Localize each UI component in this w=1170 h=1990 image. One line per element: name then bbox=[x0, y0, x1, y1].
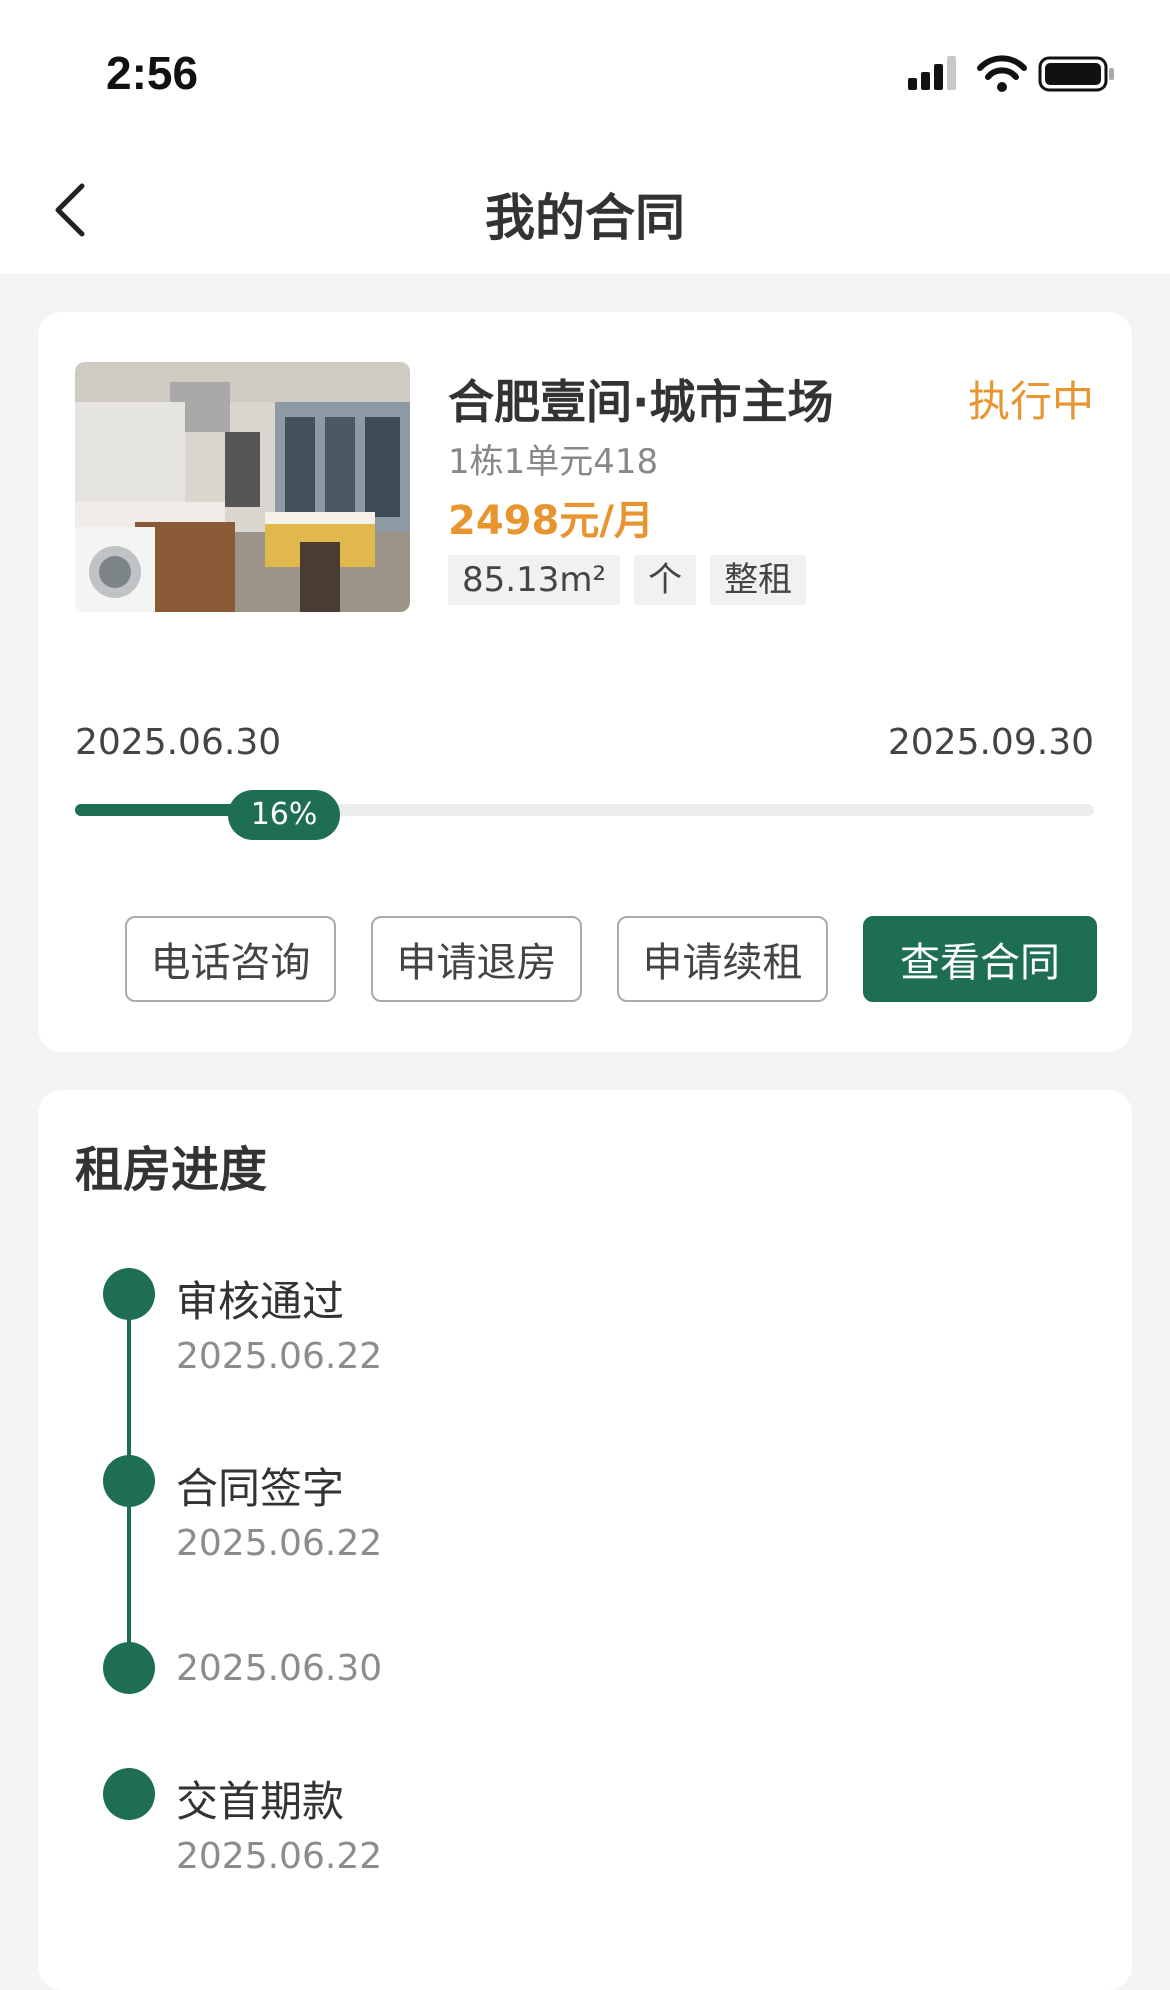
contract-card: 合肥壹间·城市主场 执行中 1栋1单元418 2498元/月 85.13m² 个… bbox=[38, 312, 1132, 1052]
lease-progress-bar: 16% bbox=[75, 790, 1094, 840]
step-title: 审核通过 bbox=[176, 1277, 345, 1326]
status-bar: 2:56 bbox=[0, 0, 1170, 150]
contract-actions: 电话咨询 申请退房 申请续租 查看合同 bbox=[125, 916, 1097, 1002]
tag-area: 85.13m² bbox=[448, 555, 621, 605]
progress-timeline: 审核通过 2025.06.22 合同签字 2025.06.22 2025.06.… bbox=[38, 1090, 1132, 1990]
apply-checkout-button[interactable]: 申请退房 bbox=[371, 916, 582, 1002]
step-title: 交首期款 bbox=[176, 1777, 345, 1826]
step-date: 2025.06.22 bbox=[176, 1336, 383, 1377]
navigation-bar: 我的合同 bbox=[0, 150, 1170, 274]
step-date: 2025.06.22 bbox=[176, 1836, 383, 1877]
view-contract-button[interactable]: 查看合同 bbox=[863, 916, 1097, 1002]
property-photo bbox=[75, 362, 410, 612]
step-date: 2025.06.30 bbox=[176, 1648, 383, 1689]
property-name: 合肥壹间·城市主场 bbox=[448, 375, 834, 429]
rental-progress-card: 租房进度 审核通过 2025.06.22 合同签字 2025.06.22 202… bbox=[38, 1090, 1132, 1990]
battery-icon bbox=[1038, 56, 1114, 92]
signal-icon bbox=[908, 56, 956, 90]
lease-end-date: 2025.09.30 bbox=[887, 722, 1094, 763]
property-tags: 85.13m² 个 整租 bbox=[448, 555, 807, 605]
timeline-dot bbox=[103, 1642, 155, 1694]
timeline-dot bbox=[103, 1455, 155, 1507]
step-title: 合同签字 bbox=[176, 1464, 345, 1513]
rent-price: 2498元/月 bbox=[448, 498, 654, 544]
wifi-icon bbox=[977, 55, 1027, 92]
page-title: 我的合同 bbox=[485, 189, 685, 247]
timeline-dot bbox=[103, 1268, 155, 1320]
step-date: 2025.06.22 bbox=[176, 1523, 383, 1564]
property-unit: 1栋1单元418 bbox=[448, 442, 659, 482]
phone-consult-button[interactable]: 电话咨询 bbox=[125, 916, 336, 1002]
contract-status: 执行中 bbox=[967, 377, 1094, 426]
status-time: 2:56 bbox=[106, 47, 199, 99]
lease-start-date: 2025.06.30 bbox=[75, 722, 282, 763]
tag-room: 个 bbox=[634, 555, 697, 605]
apply-renew-button[interactable]: 申请续租 bbox=[617, 916, 828, 1002]
status-icons bbox=[908, 55, 1114, 92]
timeline-dot bbox=[103, 1768, 155, 1820]
tag-rent-type: 整租 bbox=[710, 555, 807, 605]
lease-progress-badge: 16% bbox=[228, 790, 341, 840]
